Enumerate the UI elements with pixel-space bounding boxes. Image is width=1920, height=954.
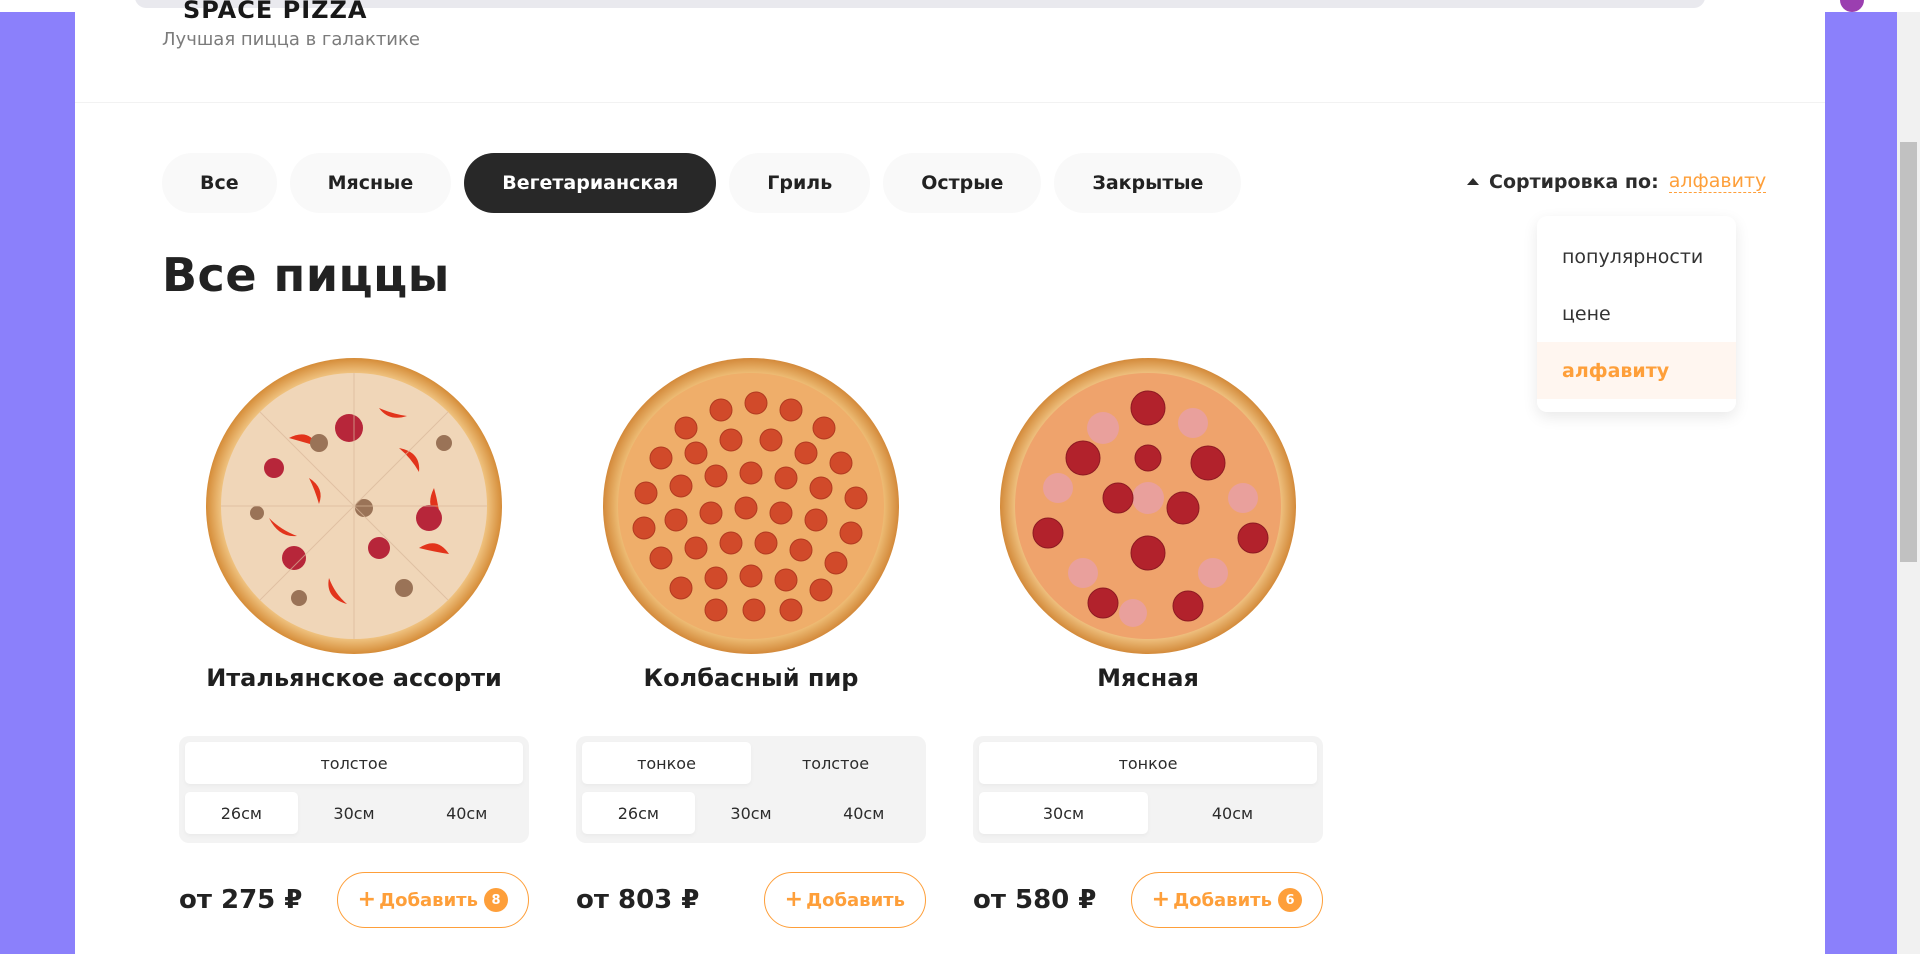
category-closed[interactable]: Закрытые [1054,153,1242,213]
pizza-price: от 803 ₽ [576,885,700,915]
avatar[interactable] [1840,0,1864,12]
dough-option[interactable]: толстое [751,742,920,784]
category-vegetarian[interactable]: Вегетарианская [464,153,717,213]
size-option[interactable]: 40см [410,792,523,834]
size-option[interactable]: 30см [298,792,411,834]
pizza-title: Колбасный пир [643,664,859,692]
plus-icon: + [784,887,804,912]
pizza-image [973,348,1323,663]
add-button-label: Добавить [1173,889,1272,911]
scrollbar[interactable] [1897,12,1920,954]
header: SPACE PIZZA Лучшая пицца в галактике [75,0,1825,103]
pizza-price: от 580 ₽ [973,885,1097,915]
page-title: Все пиццы [162,248,450,302]
sort-control: Сортировка по: алфавиту [1467,170,1767,193]
tagline: Лучшая пицца в галактике [162,29,420,50]
pizza-card: Мясная тонкое 30см 40см от 580 ₽ + Добав… [973,348,1323,928]
pizza-options: тонкое 30см 40см [973,736,1323,843]
add-button-label: Добавить [379,889,478,911]
category-meat[interactable]: Мясные [289,153,452,213]
sort-option-price[interactable]: цене [1537,285,1736,342]
pizza-title: Итальянское ассорти [206,664,502,692]
sort-option-popularity[interactable]: популярности [1537,228,1736,285]
add-to-cart-button[interactable]: + Добавить 6 [1130,872,1323,928]
size-option[interactable]: 40см [807,792,920,834]
sort-option-alphabet[interactable]: алфавиту [1537,342,1736,399]
pizza-options: толстое 26см 30см 40см [179,736,529,843]
pizza-image [179,348,529,663]
category-grill[interactable]: Гриль [729,153,871,213]
dough-option[interactable]: тонкое [582,742,751,784]
plus-icon: + [357,887,377,912]
size-option[interactable]: 30см [695,792,808,834]
sort-dropdown: популярности цене алфавиту [1537,216,1736,412]
pizza-card: Итальянское ассорти толстое 26см 30см 40… [179,348,529,928]
search-bar[interactable] [135,0,1705,8]
pizza-options: тонкое толстое 26см 30см 40см [576,736,926,843]
dough-option[interactable]: толстое [185,742,523,784]
plus-icon: + [1151,887,1171,912]
add-to-cart-button[interactable]: + Добавить [763,872,926,928]
pizza-title: Мясная [1097,664,1199,692]
category-tabs: Все Мясные Вегетарианская Гриль Острые З… [162,153,1242,213]
cart-count-badge: 6 [1278,888,1302,912]
scrollbar-thumb[interactable] [1900,142,1917,562]
pizza-image [576,348,926,663]
cart-count-badge: 8 [484,888,508,912]
sort-value[interactable]: алфавиту [1668,170,1767,193]
size-option[interactable]: 26см [185,792,298,834]
add-to-cart-button[interactable]: + Добавить 8 [336,872,529,928]
category-spicy[interactable]: Острые [883,153,1042,213]
dough-option[interactable]: тонкое [979,742,1317,784]
add-button-label: Добавить [806,889,905,911]
logo-text[interactable]: SPACE PIZZA [183,0,368,24]
size-option[interactable]: 26см [582,792,695,834]
caret-up-icon [1467,178,1479,185]
pizza-price: от 275 ₽ [179,885,303,915]
pizza-card: Колбасный пир тонкое толстое 26см 30см 4… [576,348,926,928]
category-all[interactable]: Все [162,153,277,213]
sort-label: Сортировка по: [1489,170,1659,193]
size-option[interactable]: 40см [1148,792,1317,834]
size-option[interactable]: 30см [979,792,1148,834]
page-container: SPACE PIZZA Лучшая пицца в галактике Все… [75,0,1825,954]
